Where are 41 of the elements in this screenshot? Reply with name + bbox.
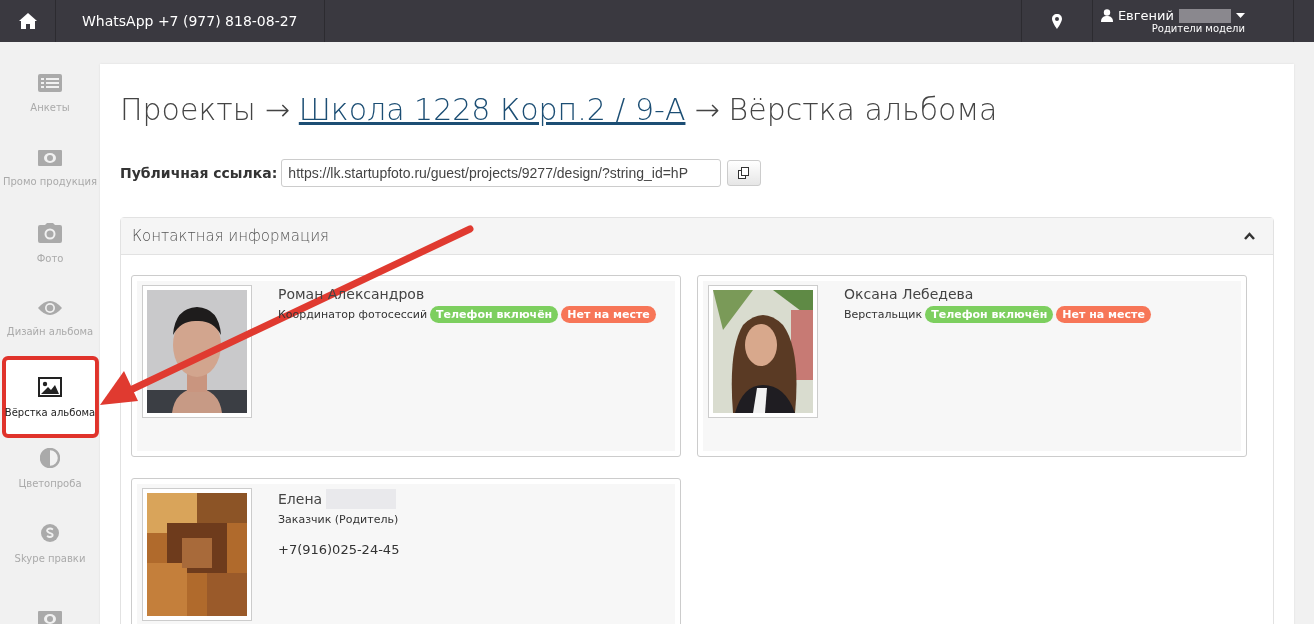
- location-pin-icon[interactable]: [1052, 13, 1062, 29]
- status-badge: Нет на месте: [1056, 306, 1151, 323]
- home-icon[interactable]: [17, 12, 38, 30]
- sidebar-label: Промо продукция: [3, 176, 97, 187]
- image-icon: [38, 376, 62, 397]
- panel-title: Контактная информация: [132, 227, 329, 245]
- sidebar-label: Анкеты: [30, 102, 70, 113]
- user-name[interactable]: Евгений: [1117, 8, 1174, 23]
- eye-icon: [38, 300, 62, 316]
- breadcrumb-separator: →: [264, 92, 290, 127]
- contact-phone: +7(916)025-24-45: [278, 542, 400, 557]
- skype-icon: [40, 523, 60, 543]
- contrast-icon: [40, 448, 60, 468]
- whatsapp-phone[interactable]: WhatsApp +7 (977) 818-08-27: [82, 13, 298, 29]
- user-icon: [1100, 9, 1113, 22]
- public-link-label: Публичная ссылка:: [120, 165, 278, 181]
- list-icon: [38, 74, 62, 92]
- breadcrumb-current: Вёрстка альбома: [728, 92, 998, 127]
- user-role: Родители модели: [1151, 23, 1245, 34]
- public-link-field[interactable]: https://lk.startupfoto.ru/guest/projects/9277/design/?string_id=hP: [281, 159, 722, 187]
- copy-icon: [738, 167, 751, 179]
- status-badge: Телефон включён: [925, 306, 1054, 323]
- banknote-icon: [38, 150, 62, 166]
- caret-icon[interactable]: [1236, 13, 1245, 18]
- contact-name: Оксана Лебедева: [844, 286, 974, 302]
- contact-role: Верстальщик: [844, 308, 923, 321]
- chevron-icon[interactable]: [1244, 232, 1255, 240]
- breadcrumb-root[interactable]: Проекты: [120, 92, 256, 127]
- status-badge: Телефон включён: [430, 306, 559, 323]
- panel-header[interactable]: Контактная информация: [121, 218, 1273, 255]
- contact-role: Заказчик (Родитель): [278, 513, 399, 526]
- contact-name: Елена: [278, 491, 323, 507]
- sidebar-label: Цветопроба: [18, 478, 82, 489]
- sidebar-label: Фото: [36, 253, 64, 264]
- breadcrumb-link[interactable]: Школа 1228 Корп.2 / 9-А: [298, 92, 686, 127]
- breadcrumb-separator: →: [694, 92, 720, 127]
- status-badge: Нет на месте: [561, 306, 656, 323]
- sidebar-label: Skype правки: [14, 553, 86, 564]
- sidebar-label: Дизайн альбома: [6, 326, 94, 337]
- copy-button[interactable]: [727, 160, 762, 186]
- camera-icon: [38, 223, 62, 243]
